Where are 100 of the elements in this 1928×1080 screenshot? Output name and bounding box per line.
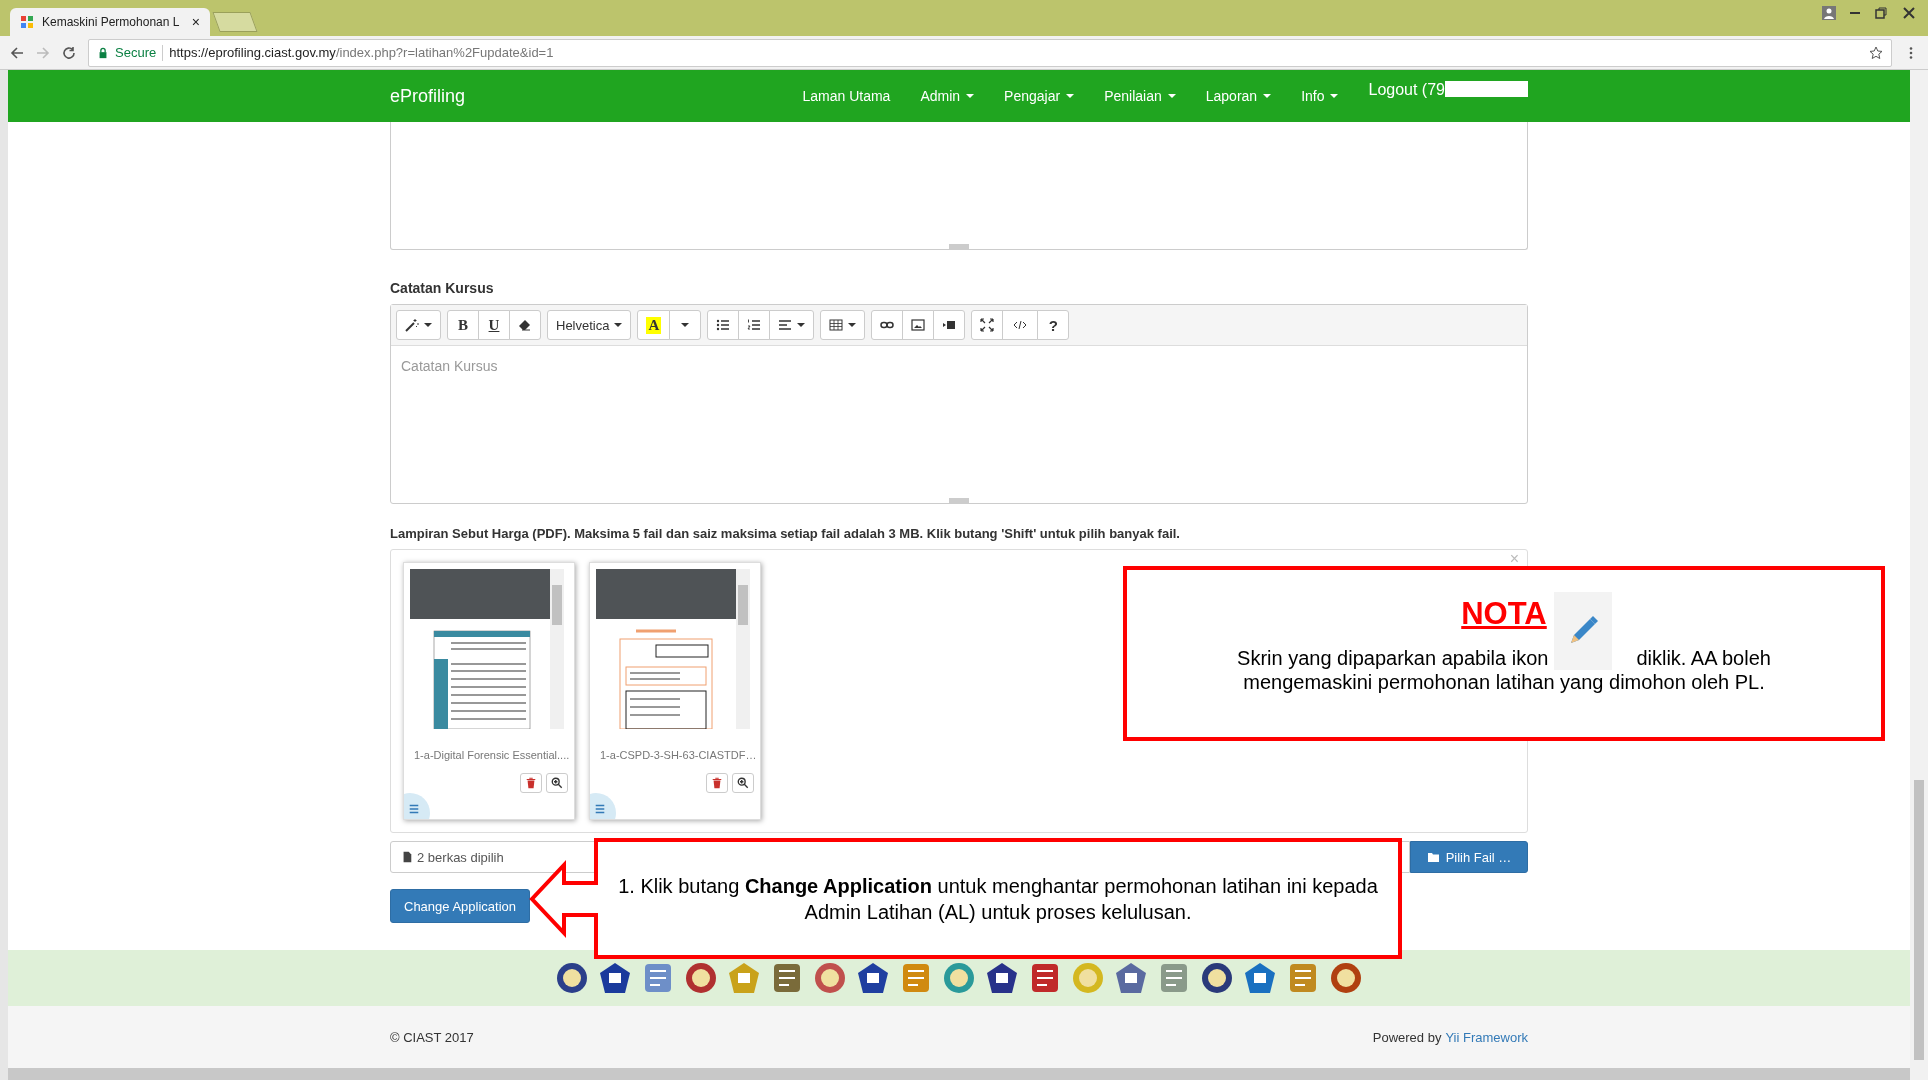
profile-icon (1822, 6, 1836, 20)
emblem-icon (727, 961, 761, 995)
folder-icon (1426, 850, 1441, 864)
emblem-icon (942, 961, 976, 995)
emblem-icon (856, 961, 890, 995)
caret-icon (1263, 94, 1272, 98)
preview-scrollbar[interactable] (736, 569, 750, 729)
emblem-icon (1329, 961, 1363, 995)
menu-icon (408, 803, 420, 815)
change-application-button[interactable]: Change Application (390, 889, 531, 923)
field-label: Lampiran Sebut Harga (PDF). Maksima 5 fail dan saiz maksima setiap fail adalah 3 MB. Klik butang 'Shift' untuk pilih banyak fail. (390, 526, 1181, 541)
horizontal-scrollbar[interactable] (8, 1068, 1910, 1080)
brand-link[interactable]: eProfiling (390, 85, 466, 107)
toolbar-button[interactable] (738, 310, 771, 340)
forward-icon (36, 45, 50, 60)
bullet-list-icon (716, 318, 731, 332)
magic-wand-icon (405, 318, 419, 332)
fullscreen-icon (980, 318, 995, 332)
trash-icon (525, 777, 537, 789)
menu-icon (594, 803, 606, 815)
nav-item[interactable]: Admin (920, 88, 975, 104)
resize-handle[interactable] (949, 498, 969, 503)
emblem-icon (1071, 961, 1105, 995)
field-label: Catatan Kursus (390, 280, 495, 296)
toolbar-button[interactable]: A (637, 310, 671, 340)
instruction-text: 1. Klik butang Change Application untuk menghantar permohonan latihan ini kepada Admin Latihan (AL) untuk proses kelulusan. (618, 874, 1378, 925)
emblem-icon (813, 961, 847, 995)
caret-icon (797, 323, 806, 327)
note-text: mengemaskini permohonan latihan yang dimohon oleh PL. (1242, 670, 1766, 694)
emblem-icon (1114, 961, 1148, 995)
emblem-icon (1243, 961, 1277, 995)
toolbar-button[interactable]: Helvetica (547, 310, 632, 340)
delete-button[interactable] (520, 773, 542, 793)
caret-icon (614, 323, 623, 327)
zoom-in-icon (551, 777, 563, 789)
toolbar-button[interactable] (707, 310, 740, 340)
align-icon (778, 318, 793, 332)
logout-link[interactable]: Logout (79 (1368, 81, 1445, 99)
emblem-icon (985, 961, 1019, 995)
toolbar-button[interactable] (820, 310, 866, 340)
emblem-icon (555, 961, 589, 995)
grid-icon (20, 15, 34, 29)
caret-icon (424, 323, 432, 327)
vertical-scrollbar[interactable] (1910, 70, 1928, 1080)
powered-by-text: Powered by (1372, 1029, 1442, 1045)
toolbar-button[interactable] (971, 310, 1004, 340)
nav-item[interactable]: Penilaian (1104, 88, 1176, 104)
minimize-icon (1850, 12, 1860, 14)
table-icon (829, 318, 844, 332)
toolbar-button[interactable] (769, 310, 815, 340)
video-icon (942, 318, 957, 332)
toolbar-button[interactable] (509, 310, 541, 340)
framework-link[interactable]: Yii Framework (1445, 1029, 1528, 1045)
preview-scrollbar[interactable] (550, 569, 564, 729)
numbered-list-icon (747, 318, 762, 332)
zoom-button[interactable] (546, 773, 568, 793)
delete-button[interactable] (706, 773, 728, 793)
emblem-icon (1200, 961, 1234, 995)
emblem-icon (598, 961, 632, 995)
trash-icon (711, 777, 723, 789)
caret-icon (1330, 94, 1339, 98)
copyright-text: © CIAST 2017 (390, 1029, 474, 1045)
note-title: NOTA (1461, 596, 1547, 632)
emblem-icon (684, 961, 718, 995)
caret-icon (681, 323, 690, 327)
zoom-button[interactable] (732, 773, 754, 793)
browse-button[interactable]: Pilih Fail … (1410, 841, 1528, 873)
star-icon (1869, 45, 1883, 60)
caret-icon (1066, 94, 1075, 98)
eraser-icon (518, 318, 532, 332)
toolbar-button[interactable]: ? (1037, 310, 1070, 340)
toolbar-button[interactable] (933, 310, 966, 340)
nav-item[interactable]: Info (1301, 88, 1339, 104)
url-text: https://eprofiling.ciast.gov.my/index.php?r=latihan%2Fupdate&id=1 (169, 45, 554, 60)
lock-icon (97, 46, 109, 59)
file-name: 1-a-CSPD-3-SH-63-CIASTDF… (599, 749, 754, 761)
toolbar-button[interactable] (871, 310, 904, 340)
toolbar-button[interactable]: B (447, 310, 479, 340)
back-icon (10, 45, 24, 60)
text-editor[interactable]: B U Helvetica A ? Catatan Kursus (390, 304, 1528, 504)
toolbar-button[interactable]: U (478, 310, 510, 340)
caret-icon (966, 94, 975, 98)
address-bar[interactable]: Secure https://eprofiling.ciast.gov.my/index.php?r=latihan%2Fupdate&id=1 (88, 38, 1892, 67)
nav-item[interactable]: Pengajar (1004, 88, 1075, 104)
browser-tab[interactable]: Kemaskini Permohonan L × (10, 8, 210, 36)
resize-handle[interactable] (949, 244, 969, 249)
restore-icon (1874, 6, 1888, 20)
nav-item[interactable]: Laman Utama (802, 88, 891, 104)
toolbar-button[interactable] (396, 310, 441, 340)
nav-item[interactable]: Laporan (1205, 88, 1272, 104)
editor-placeholder: Catatan Kursus (400, 357, 499, 376)
close-icon (1902, 6, 1916, 20)
reload-icon (62, 45, 76, 60)
close-tab-button[interactable]: × (191, 14, 200, 30)
caret-icon (848, 323, 857, 327)
file-icon (401, 851, 413, 863)
note-text: diklik. AA boleh (1636, 646, 1771, 670)
note-text: Skrin yang dipaparkan apabila ikon (1237, 646, 1549, 670)
pencil-icon (1554, 592, 1613, 670)
picture-icon (911, 318, 926, 332)
